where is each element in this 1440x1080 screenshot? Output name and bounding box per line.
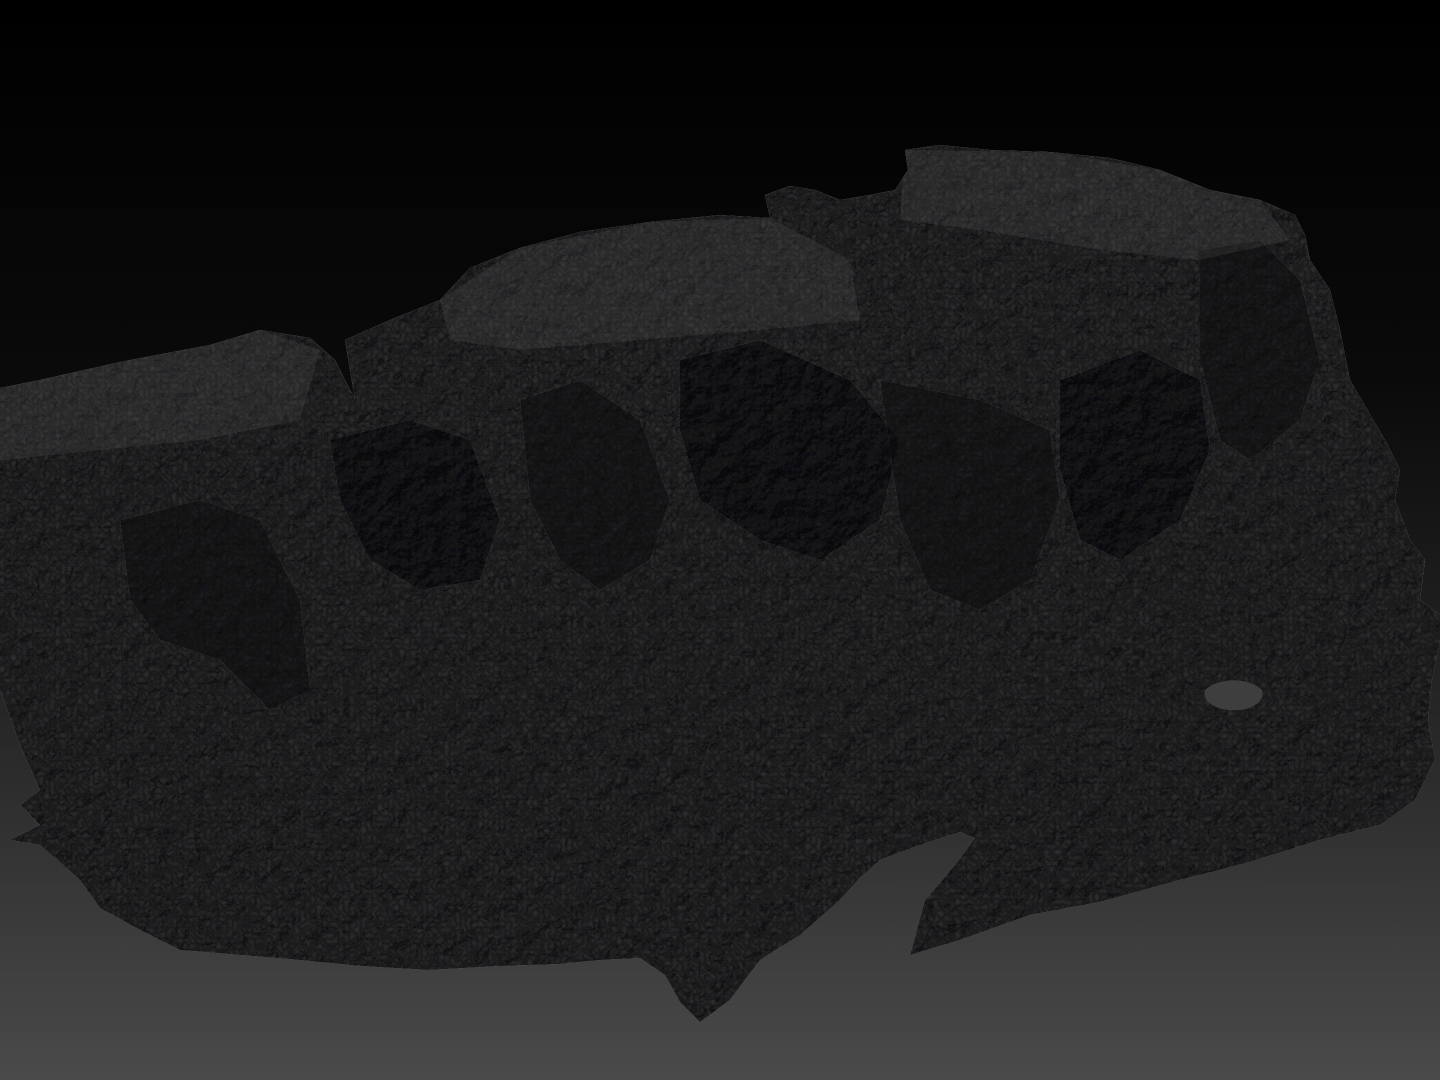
rock-mesh-scene <box>0 0 1440 1080</box>
viewport[interactable] <box>0 0 1440 1080</box>
